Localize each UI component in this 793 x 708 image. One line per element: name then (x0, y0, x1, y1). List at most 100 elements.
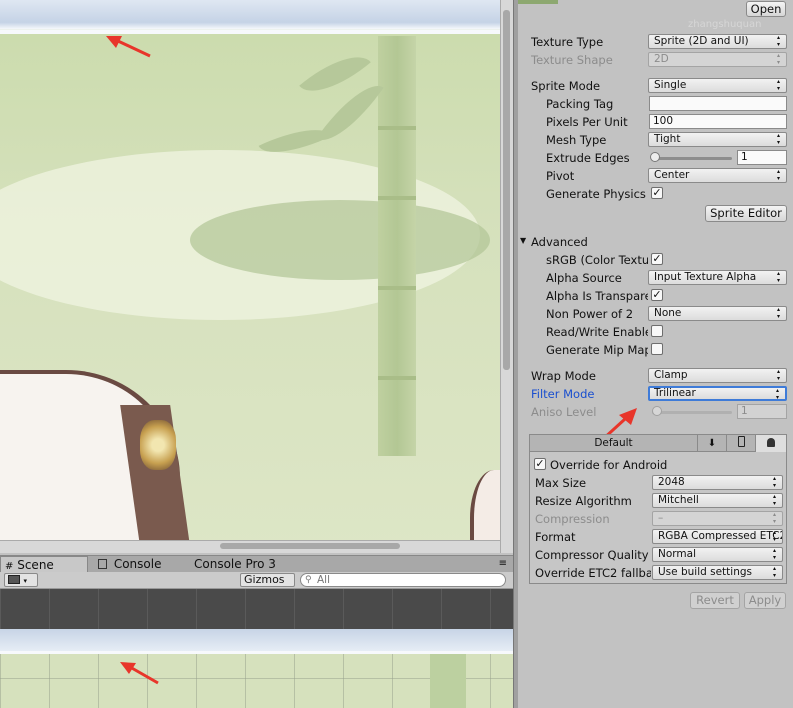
filter-mode-label: Filter Mode (531, 387, 595, 401)
extrude-edges-row: Extrude Edges 1 (518, 149, 793, 167)
mesh-type-row: Mesh Type Tight (518, 131, 793, 149)
gizmos-label: Gizmos (244, 573, 285, 586)
scene-tab-bar: # Scene Console Console Pro 3 ≡ (0, 555, 513, 573)
scene-hash-icon: # (5, 561, 14, 572)
compressor-quality-row: Compressor Quality Normal (534, 546, 786, 564)
compressor-quality-label: Compressor Quality (535, 548, 649, 562)
override-android-checkbox[interactable]: ✓ (534, 458, 546, 470)
override-android-row: ✓ Override for Android (534, 456, 786, 474)
aniso-level-slider (652, 411, 732, 414)
texture-shape-label: Texture Shape (531, 53, 613, 67)
red-arrow-annotation (120, 662, 159, 685)
tab-scene[interactable]: # Scene (0, 556, 88, 573)
generate-physics-label: Generate Physics Shape (546, 187, 648, 201)
vertical-scrollbar-thumb[interactable] (503, 10, 510, 370)
resize-algorithm-row: Resize Algorithm Mitchell (534, 492, 786, 510)
panel-menu-icon[interactable]: ≡ (499, 557, 507, 571)
mesh-type-label: Mesh Type (546, 133, 607, 147)
checkmark-icon: ✓ (652, 288, 662, 301)
filter-mode-dropdown[interactable]: Trilinear (648, 386, 787, 401)
tab-platform-default[interactable]: Default (530, 435, 698, 452)
pivot-row: Pivot Center (518, 167, 793, 185)
packing-tag-label: Packing Tag (546, 97, 614, 111)
packing-tag-input[interactable] (649, 96, 787, 111)
resize-algorithm-dropdown[interactable]: Mitchell (652, 493, 783, 508)
horizontal-scrollbar-thumb[interactable] (220, 543, 400, 549)
texture-type-row: Texture Type Sprite (2D and UI) (518, 33, 793, 51)
max-size-row: Max Size 2048 (534, 474, 786, 492)
scene-viewport-grid[interactable] (0, 589, 513, 629)
tab-console[interactable]: Console (94, 556, 184, 573)
extrude-edges-slider[interactable] (652, 157, 732, 160)
max-size-dropdown[interactable]: 2048 (652, 475, 783, 490)
filter-mode-row: Filter Mode Trilinear (518, 385, 793, 403)
chevron-down-icon: ▾ (23, 577, 28, 585)
watermark-text: zhangshuquan (688, 19, 762, 30)
alpha-source-dropdown[interactable]: Input Texture Alpha (648, 270, 787, 285)
generate-mip-maps-row: Generate Mip Maps (518, 341, 793, 359)
scene-viewport-texture[interactable] (0, 629, 513, 708)
tab-console-pro-label: Console Pro 3 (194, 557, 276, 571)
red-arrow-annotation (106, 36, 151, 58)
texture-type-dropdown[interactable]: Sprite (2D and UI) (648, 34, 787, 49)
extrude-edges-input[interactable]: 1 (737, 150, 787, 165)
game-view (0, 0, 513, 553)
alpha-transparency-checkbox[interactable]: ✓ (651, 289, 663, 301)
phone-icon (737, 436, 745, 447)
sprite-mode-dropdown[interactable]: Single (648, 78, 787, 93)
advanced-label: Advanced (531, 235, 588, 249)
image-icon (8, 575, 20, 584)
extrude-edges-slider-knob[interactable] (650, 152, 660, 162)
aniso-level-slider-knob (652, 406, 662, 416)
apply-label: Apply (748, 593, 782, 607)
pivot-dropdown[interactable]: Center (648, 168, 787, 183)
apply-button[interactable]: Apply (744, 592, 786, 609)
wrap-mode-dropdown[interactable]: Clamp (648, 368, 787, 383)
aniso-level-input: 1 (737, 404, 787, 419)
open-button-label: Open (750, 2, 782, 16)
resize-algorithm-label: Resize Algorithm (535, 494, 632, 508)
tab-platform-standalone[interactable]: ⬇ (698, 435, 727, 452)
format-label: Format (535, 530, 576, 544)
override-etc2-dropdown[interactable]: Use build settings (652, 565, 783, 580)
srgb-checkbox[interactable]: ✓ (651, 253, 663, 265)
non-power-of-2-dropdown[interactable]: None (648, 306, 787, 321)
open-button[interactable]: Open (746, 1, 786, 17)
override-etc2-label: Override ETC2 fallback (535, 566, 651, 580)
read-write-label: Read/Write Enabled (546, 325, 648, 339)
alpha-transparency-row: Alpha Is Transparency ✓ (518, 287, 793, 305)
gizmos-button[interactable]: Gizmos ▾ (240, 573, 295, 597)
format-row: Format RGBA Compressed ETC2 8 bits (534, 528, 786, 546)
tab-platform-android[interactable] (756, 435, 786, 452)
tab-platform-ios[interactable] (727, 435, 756, 452)
generate-mip-maps-label: Generate Mip Maps (546, 343, 648, 357)
shading-mode-button[interactable]: ▾ (4, 573, 38, 587)
tab-console-pro[interactable]: Console Pro 3 (190, 556, 300, 573)
revert-button[interactable]: Revert (690, 592, 740, 609)
advanced-foldout[interactable]: ▼ Advanced (518, 233, 793, 251)
format-dropdown[interactable]: RGBA Compressed ETC2 8 bits (652, 529, 783, 544)
aniso-level-row: Aniso Level 1 (518, 403, 793, 421)
revert-label: Revert (696, 593, 734, 607)
android-icon (767, 438, 775, 447)
sprite-editor-button[interactable]: Sprite Editor (705, 205, 787, 222)
pixels-per-unit-label: Pixels Per Unit (546, 115, 628, 129)
generate-physics-checkbox[interactable]: ✓ (651, 187, 663, 199)
non-power-of-2-row: Non Power of 2 None (518, 305, 793, 323)
alpha-source-row: Alpha Source Input Texture Alpha (518, 269, 793, 287)
compressor-quality-dropdown[interactable]: Normal (652, 547, 783, 562)
texture-shape-row: Texture Shape 2D (518, 51, 793, 69)
generate-mip-maps-checkbox[interactable] (651, 343, 663, 355)
read-write-row: Read/Write Enabled (518, 323, 793, 341)
pixels-per-unit-row: Pixels Per Unit 100 (518, 113, 793, 131)
tab-scene-label: Scene (17, 558, 54, 572)
tab-default-label: Default (594, 437, 633, 449)
sky-band (0, 0, 500, 32)
scene-search-input[interactable]: ⚲ All (300, 573, 506, 587)
read-write-checkbox[interactable] (651, 325, 663, 337)
console-icon (98, 559, 107, 569)
alpha-transparency-label: Alpha Is Transparency (546, 289, 648, 303)
mesh-type-dropdown[interactable]: Tight (648, 132, 787, 147)
pixels-per-unit-input[interactable]: 100 (649, 114, 787, 129)
search-placeholder: All (317, 574, 331, 586)
